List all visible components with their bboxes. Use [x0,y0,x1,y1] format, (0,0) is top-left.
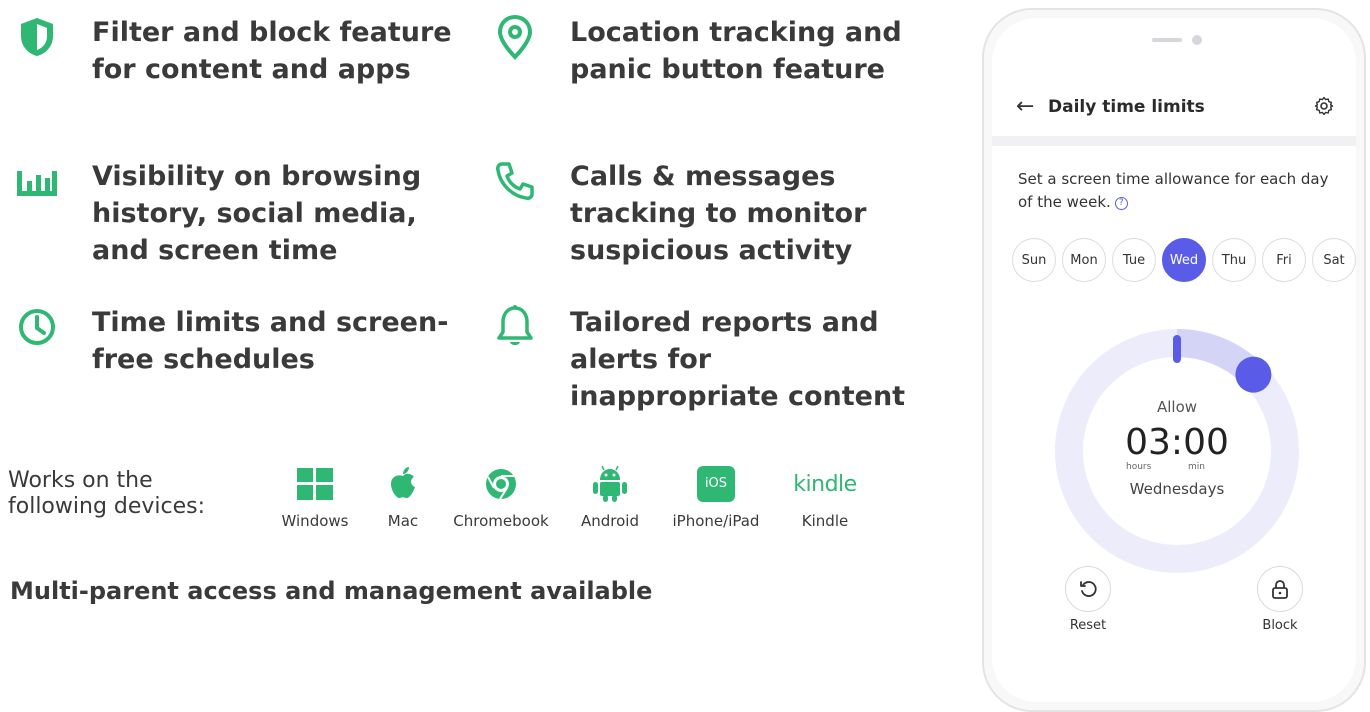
phone-notch [1080,18,1270,60]
feature-reports: Tailored reports and alerts for inapprop… [492,304,922,415]
kindle-icon: kindle [770,462,880,506]
bell-icon [492,304,538,350]
kindle-wordmark: kindle [793,471,857,497]
feature-calls: Calls & messages tracking to monitor sus… [492,158,922,269]
block-label: Block [1262,618,1298,633]
time-value: 03:00 [1125,422,1229,463]
help-icon[interactable]: ? [1114,197,1128,210]
shield-icon [14,14,60,60]
location-pin-icon [492,14,538,60]
feature-text: Filter and block feature for content and… [92,17,452,85]
feature-text: Visibility on browsing history, social m… [92,161,422,266]
device-label: iPhone/iPad [672,512,760,530]
dial-start-marker [1173,335,1181,363]
feature-filter-block: Filter and block feature for content and… [14,14,454,88]
device-kindle: kindle Kindle [770,462,880,531]
feature-visibility: Visibility on browsing history, social m… [14,158,454,269]
day-name: Wednesdays [1129,480,1225,498]
feature-time-limits: Time limits and screen-free schedules [14,304,454,378]
device-iphone-ipad: iOS iPhone/iPad [661,462,771,530]
day-selector: Sun Mon Tue Wed Thu Fri Sat [1012,238,1356,282]
reset-icon [1065,566,1111,612]
clock-icon [14,304,60,350]
day-sat[interactable]: Sat [1312,238,1356,282]
android-icon [555,462,665,506]
back-arrow-icon[interactable]: ← [1016,94,1034,119]
screen-title: Daily time limits [1048,97,1205,117]
chrome-icon [446,462,556,506]
day-wed[interactable]: Wed [1162,238,1206,282]
device-android: Android [555,462,665,530]
device-label: Mac [387,512,419,530]
feature-text: Calls & messages tracking to monitor sus… [570,161,867,266]
device-label: Kindle [801,512,849,530]
works-on-label: Works on the following devices: [8,468,206,519]
min-label: min [1188,462,1205,472]
gear-icon[interactable] [1314,96,1334,120]
feature-text: Location tracking and panic button featu… [570,17,902,85]
feature-location: Location tracking and panic button featu… [492,14,922,88]
time-limits-card: Set a screen time allowance for each day… [992,146,1356,702]
ios-badge: iOS [697,466,735,502]
day-tue[interactable]: Tue [1112,238,1156,282]
camera-dot [1192,35,1202,45]
description-text: Set a screen time allowance for each day… [1018,170,1329,211]
apple-icon [348,462,458,506]
feature-text: Tailored reports and alerts for inapprop… [570,307,906,412]
hours-label: hours [1126,462,1152,472]
reset-label: Reset [1069,618,1107,633]
day-sun[interactable]: Sun [1012,238,1056,282]
block-button[interactable]: Block [1250,566,1310,633]
allow-label: Allow [1156,398,1198,416]
multi-parent-text: Multi-parent access and management avail… [10,577,653,605]
speaker-grille [1152,38,1182,42]
device-mac: Mac [348,462,458,530]
reset-button[interactable]: Reset [1058,566,1118,633]
device-label: Chromebook [453,512,549,530]
device-label: Android [581,512,639,530]
phone-icon [492,158,538,204]
day-thu[interactable]: Thu [1212,238,1256,282]
dial-handle[interactable] [1235,356,1272,393]
day-mon[interactable]: Mon [1062,238,1106,282]
day-fri[interactable]: Fri [1262,238,1306,282]
phone-mockup: ← Daily time limits Set a screen time al… [982,8,1366,712]
app-header: ← Daily time limits [992,18,1356,136]
ios-icon: iOS [661,462,771,506]
bar-chart-icon [14,158,60,204]
phone-screen: ← Daily time limits Set a screen time al… [992,18,1356,702]
feature-text: Time limits and screen-free schedules [92,307,449,375]
device-chromebook: Chromebook [446,462,556,530]
lock-icon [1257,566,1303,612]
description: Set a screen time allowance for each day… [1018,168,1338,214]
